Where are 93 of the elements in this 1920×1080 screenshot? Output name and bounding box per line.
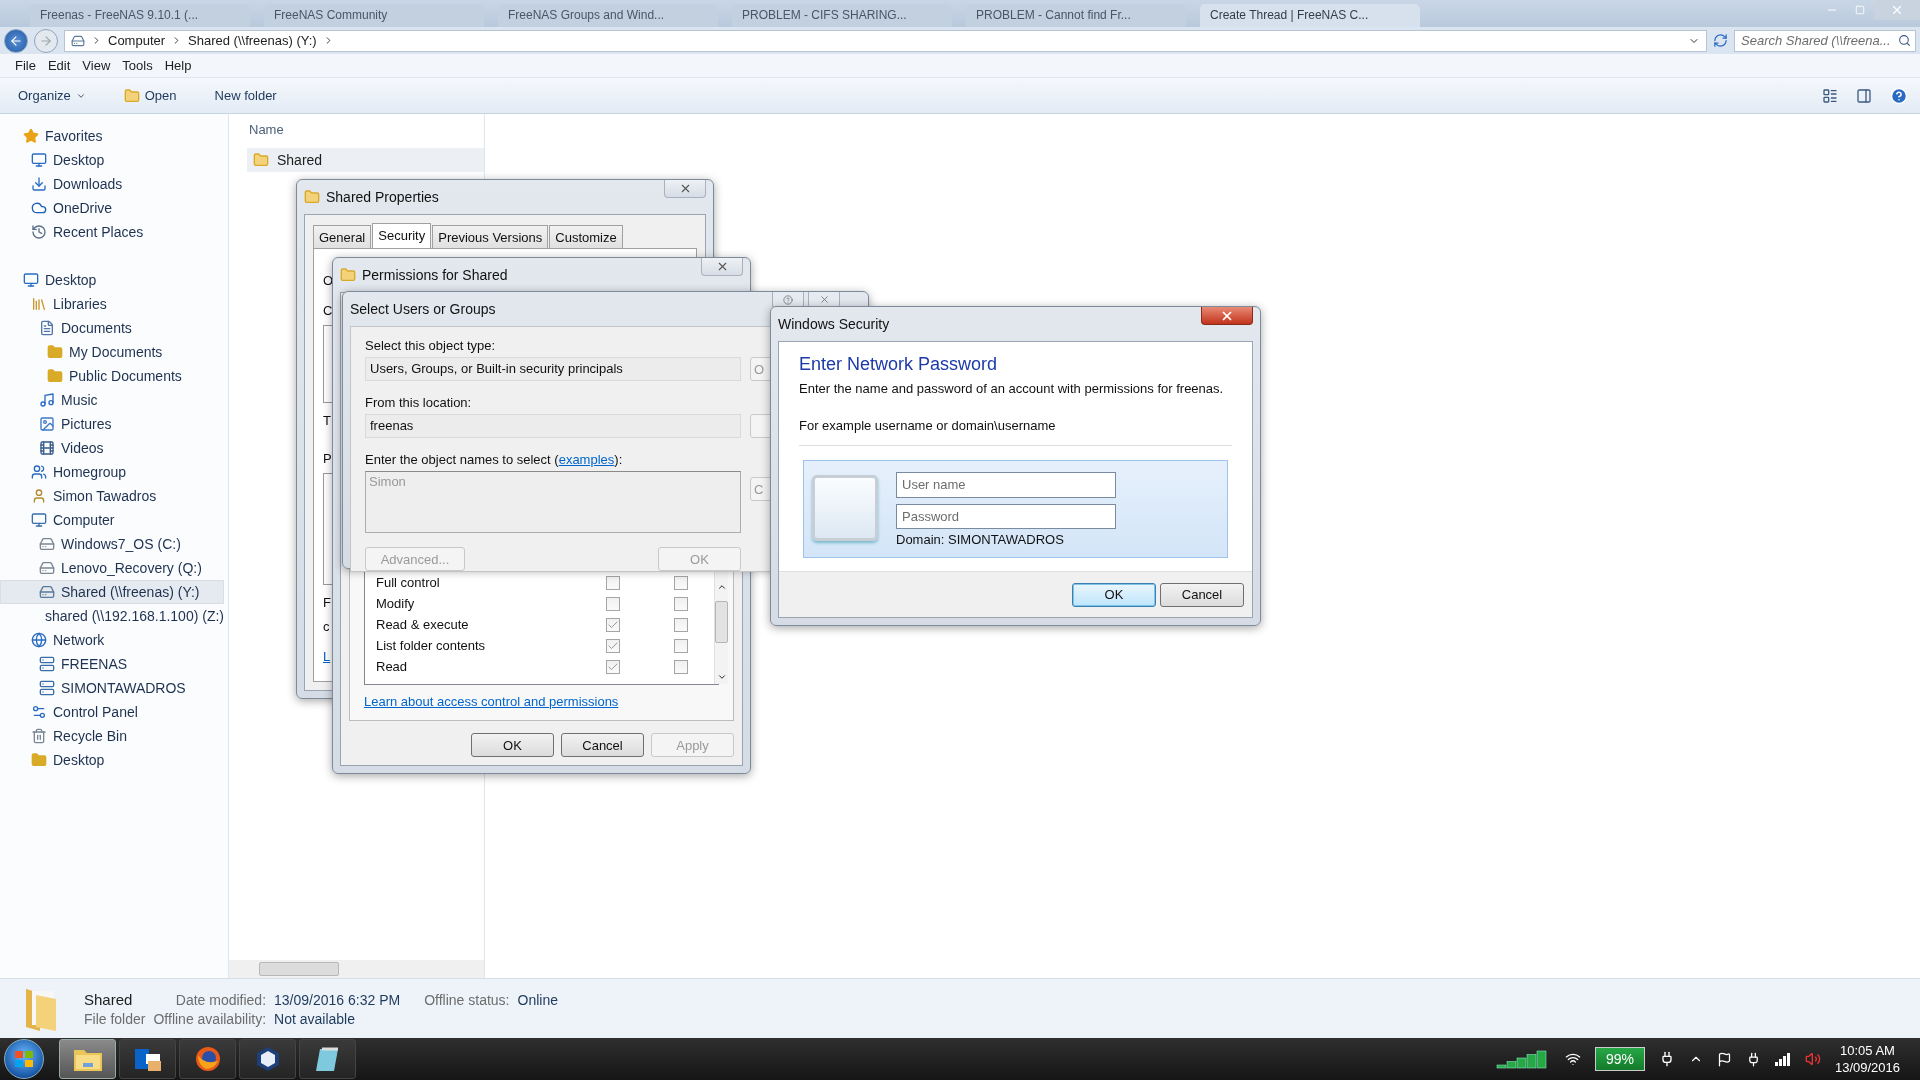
field-label: From this location: <box>365 395 473 410</box>
toolbar-button[interactable]: New folder <box>208 84 283 107</box>
sidebar-item[interactable]: Recent Places <box>0 220 224 244</box>
dialog-button[interactable]: OK <box>471 733 554 757</box>
field-label: Offline status: <box>424 991 510 1008</box>
sidebar-item[interactable]: Recycle Bin <box>0 724 224 748</box>
permission-name: Modify <box>376 596 416 611</box>
sidebar-item[interactable]: Computer <box>0 508 224 532</box>
browser-tab[interactable]: FreeNAS Community <box>264 4 484 27</box>
dialog-title: Select Users or Groups <box>350 301 496 317</box>
permission-name: Full control <box>376 575 441 590</box>
domain-text: Domain: SIMONTAWADROS <box>896 532 1065 547</box>
hint-text: For example username or domain\username <box>799 418 1057 433</box>
toolbar-button[interactable]: Open <box>117 83 183 108</box>
dialog-title: Permissions for Shared <box>362 267 508 283</box>
label-text: C <box>323 303 333 319</box>
location-field: freenas <box>365 414 741 438</box>
sidebar-item[interactable]: Downloads <box>0 172 224 196</box>
menu-item[interactable]: Tools <box>117 56 158 75</box>
sidebar-item[interactable]: Homegroup <box>0 460 224 484</box>
sidebar-item[interactable]: Shared (\\freenas) (Y:) <box>0 580 224 604</box>
sidebar-item[interactable]: Favorites <box>0 124 224 148</box>
field-label: Select this object type: <box>365 338 497 353</box>
toolbar-button[interactable]: Organize <box>12 84 92 107</box>
browser-tab[interactable]: PROBLEM - CIFS SHARING... <box>732 4 952 27</box>
sidebar-item[interactable]: FREENAS <box>0 652 224 676</box>
help-link[interactable]: Learn about access control and permissions <box>364 694 619 709</box>
sidebar-item[interactable]: Music <box>0 388 224 412</box>
sidebar-item[interactable]: Simon Tawadros <box>0 484 224 508</box>
dialog-button[interactable]: Cancel <box>1160 582 1244 607</box>
description-text: Enter the name and password of an account with permissions for freenas. <box>799 381 1225 396</box>
sidebar-item[interactable]: Documents <box>0 316 224 340</box>
menu-item[interactable]: Help <box>159 56 197 75</box>
sidebar-item[interactable]: shared (\\192.168.1.100) (Z:) <box>0 604 224 628</box>
field-label: Date modified: <box>174 991 267 1008</box>
permission-name: List folder contents <box>376 638 487 653</box>
field-value: Not available <box>274 1010 356 1027</box>
field-label: Offline availability: <box>153 1010 267 1027</box>
menu-item[interactable]: Edit <box>42 56 76 75</box>
menu-item[interactable]: File <box>10 56 41 75</box>
field-value: Online <box>517 991 558 1008</box>
permission-name: Read <box>376 659 409 674</box>
username-field[interactable]: User name <box>896 472 1116 498</box>
column-header[interactable]: Name <box>229 114 484 144</box>
sidebar-item[interactable]: My Documents <box>0 340 224 364</box>
menu-item[interactable]: View <box>77 56 116 75</box>
label-text: P <box>323 451 332 467</box>
sidebar-item[interactable]: Public Documents <box>0 364 224 388</box>
tab[interactable]: General <box>313 225 372 248</box>
field-label: Enter the object names to select (examples): <box>365 452 624 467</box>
breadcrumb[interactable]: Computer <box>108 33 166 48</box>
sidebar-item[interactable]: Network <box>0 628 224 652</box>
dialog-heading: Enter Network Password <box>799 354 999 375</box>
examples-link[interactable]: examples <box>558 452 615 467</box>
dialog-title: Shared Properties <box>326 189 439 205</box>
sidebar-item[interactable]: OneDrive <box>0 196 224 220</box>
dialog-button[interactable]: Cancel <box>561 733 644 757</box>
password-field[interactable]: Password <box>896 503 1116 529</box>
file-row[interactable]: Shared <box>247 148 484 172</box>
label-text: O <box>323 273 334 289</box>
sidebar-item[interactable]: SIMONTAWADROS <box>0 676 224 700</box>
tab[interactable]: Security <box>372 223 432 248</box>
sidebar-item[interactable]: Control Panel <box>0 700 224 724</box>
sidebar-item[interactable]: Desktop <box>0 148 224 172</box>
browser-tab[interactable]: PROBLEM - Cannot find Fr... <box>966 4 1186 27</box>
sidebar-item[interactable]: Lenovo_Recovery (Q:) <box>0 556 224 580</box>
dialog-title: Windows Security <box>778 316 890 332</box>
tab[interactable]: Previous Versions <box>432 225 549 248</box>
sidebar-item[interactable]: Libraries <box>0 292 224 316</box>
file-name: Shared <box>84 990 134 1008</box>
browser-tab[interactable]: FreeNAS Groups and Wind... <box>498 4 718 27</box>
breadcrumb[interactable]: Shared (\\freenas) (Y:) <box>188 33 317 48</box>
label-text: T <box>323 413 331 429</box>
label-text: F <box>323 595 331 611</box>
tab[interactable]: Customize <box>549 225 623 248</box>
battery-indicator[interactable]: 99% <box>1594 1047 1645 1071</box>
address-bar[interactable]: Computer Shared (\\freenas) (Y:) <box>64 29 1707 52</box>
search-field[interactable]: Search Shared (\\freena... <box>1734 29 1916 52</box>
file-type: File folder <box>84 1010 146 1027</box>
sidebar-item[interactable]: Pictures <box>0 412 224 436</box>
browser-tab[interactable]: Freenas - FreeNAS 9.10.1 (... <box>30 4 250 27</box>
sidebar-item[interactable]: Desktop <box>0 268 224 292</box>
object-type-field: Users, Groups, or Built-in security principals <box>365 357 741 381</box>
browser-tab[interactable]: Create Thread | FreeNAS C... <box>1200 4 1420 27</box>
sidebar-item[interactable]: Desktop <box>0 748 224 772</box>
clock[interactable]: 10:05 AM 13/09/2016 <box>1834 1042 1900 1076</box>
permission-name: Read & execute <box>376 617 470 632</box>
sidebar-item[interactable]: Windows7_OS (C:) <box>0 532 224 556</box>
dialog-button[interactable]: OK <box>1072 582 1156 607</box>
label-text: c <box>323 619 330 635</box>
sidebar-item[interactable]: Videos <box>0 436 224 460</box>
field-value: 13/09/2016 6:32 PM <box>274 991 401 1008</box>
link[interactable]: L <box>323 649 331 665</box>
